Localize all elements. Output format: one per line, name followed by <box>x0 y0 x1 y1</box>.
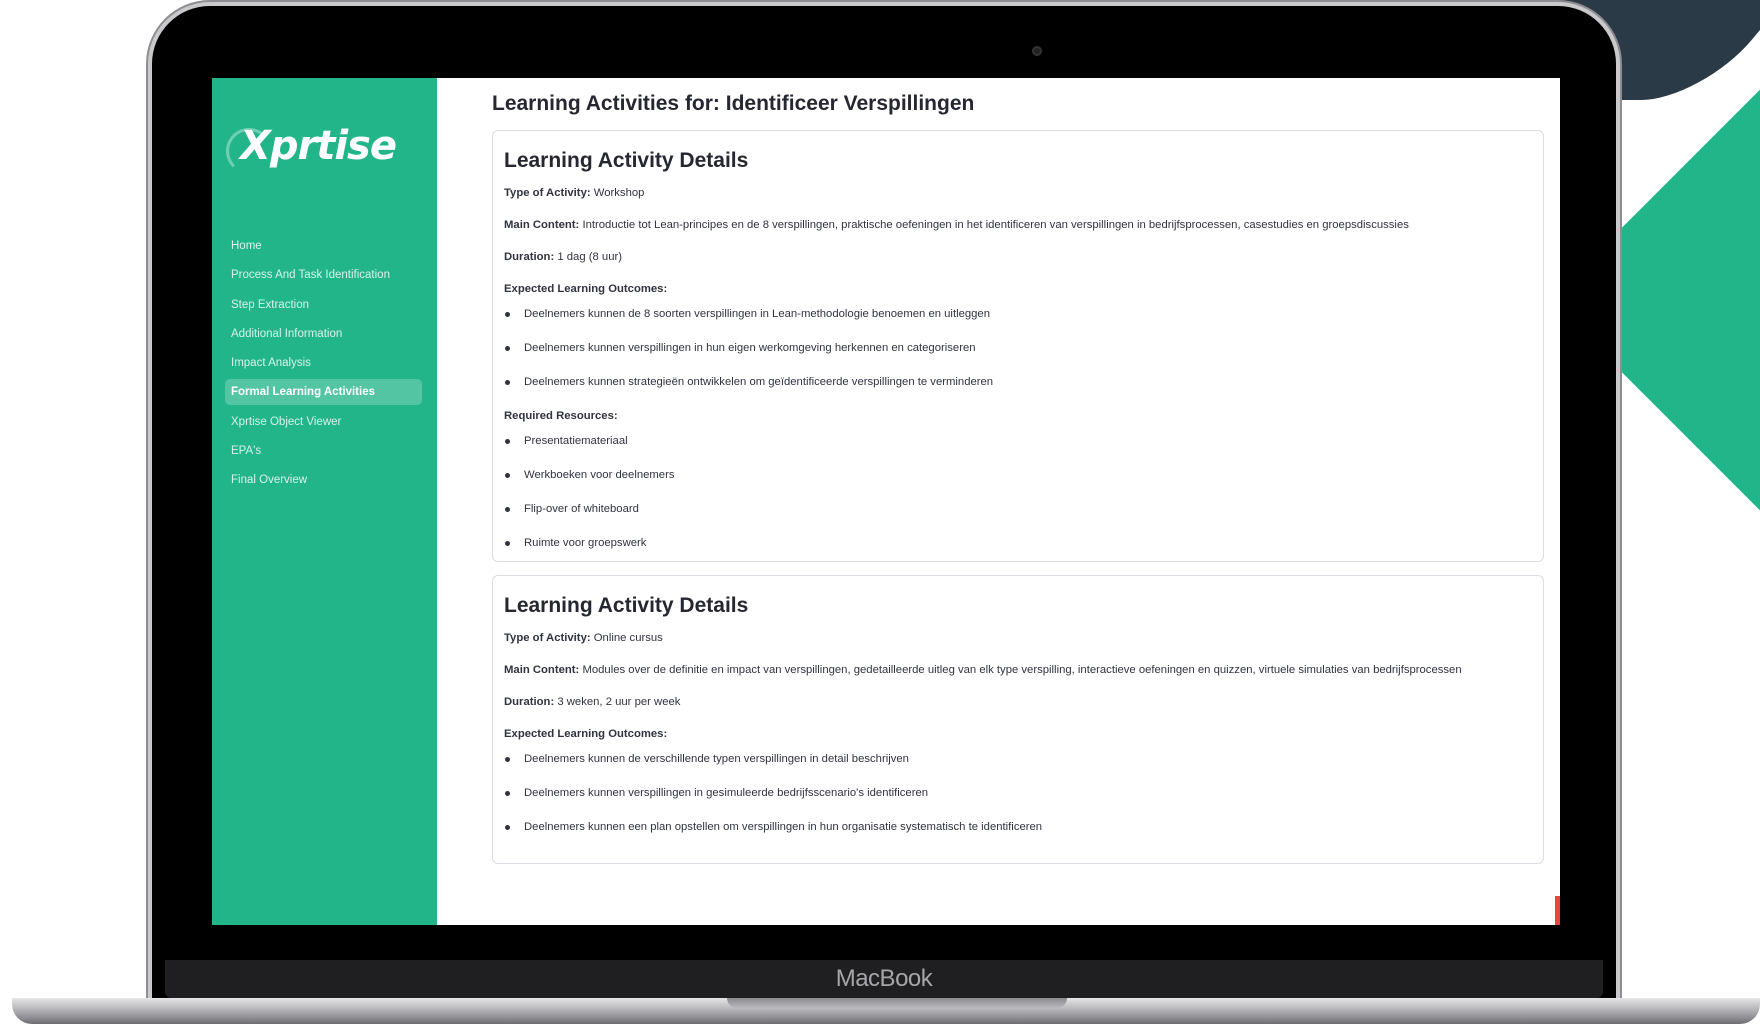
activity-card: Learning Activity Details Type of Activi… <box>492 575 1544 864</box>
scrollbar-thumb[interactable] <box>1555 896 1560 925</box>
sidebar-item-process-and-task-identification[interactable]: Process And Task Identification <box>225 262 422 288</box>
list-item: Deelnemers kunnen de 8 soorten verspilli… <box>504 308 1532 320</box>
sidebar-item-step-extraction[interactable]: Step Extraction <box>225 292 422 318</box>
outcomes-label: Expected Learning Outcomes: <box>504 728 668 740</box>
list-item: Deelnemers kunnen verspillingen in hun e… <box>504 342 1532 354</box>
activity-main-content: Main Content: Modules over de definitie … <box>504 664 1532 676</box>
outcomes-list: Deelnemers kunnen de 8 soorten verspilli… <box>504 308 1532 388</box>
sidebar-item-impact-analysis[interactable]: Impact Analysis <box>225 350 422 376</box>
field-value: Modules over de definitie en impact van … <box>582 664 1462 676</box>
sidebar-item-epas[interactable]: EPA's <box>225 438 422 464</box>
list-item: Werkboeken voor deelnemers <box>504 469 1532 481</box>
sidebar: Xprtise Home Process And Task Identifica… <box>212 78 437 925</box>
activity-duration: Duration: 3 weken, 2 uur per week <box>504 696 1532 708</box>
activity-main-content: Main Content: Introductie tot Lean-princ… <box>504 219 1532 231</box>
activity-type: Type of Activity: Online cursus <box>504 632 1532 644</box>
list-item: Flip-over of whiteboard <box>504 503 1532 515</box>
field-value: Workshop <box>593 187 645 199</box>
activity-duration: Duration: 1 dag (8 uur) <box>504 251 1532 263</box>
list-item: Deelnemers kunnen strategieën ontwikkele… <box>504 376 1532 388</box>
resources-list: Presentatiemateriaal Werkboeken voor dee… <box>504 435 1532 549</box>
list-item: Deelnemers kunnen een plan opstellen om … <box>504 821 1532 833</box>
field-value: 3 weken, 2 uur per week <box>557 696 681 708</box>
sidebar-item-additional-information[interactable]: Additional Information <box>225 321 422 347</box>
field-label: Type of Activity: <box>504 187 591 199</box>
sidebar-item-home[interactable]: Home <box>225 233 422 259</box>
field-label: Main Content: <box>504 664 580 676</box>
activity-card: Learning Activity Details Type of Activi… <box>492 130 1544 562</box>
field-label: Main Content: <box>504 219 580 231</box>
laptop-chin: MacBook <box>165 960 1603 998</box>
main-content[interactable]: Learning Activities for: Identificeer Ve… <box>437 78 1560 925</box>
card-title: Learning Activity Details <box>504 594 749 617</box>
field-value: Introductie tot Lean-principes en de 8 v… <box>582 219 1409 231</box>
card-title: Learning Activity Details <box>504 149 749 172</box>
outcomes-label: Expected Learning Outcomes: <box>504 283 668 295</box>
page-title: Learning Activities for: Identificeer Ve… <box>492 92 975 115</box>
laptop-base <box>12 998 1760 1024</box>
list-item: Deelnemers kunnen de verschillende typen… <box>504 753 1532 765</box>
field-label: Duration: <box>504 696 555 708</box>
list-item: Ruimte voor groepswerk <box>504 537 1532 549</box>
outcomes-list: Deelnemers kunnen de verschillende typen… <box>504 753 1532 833</box>
sidebar-item-final-overview[interactable]: Final Overview <box>225 467 422 493</box>
activity-type: Type of Activity: Workshop <box>504 187 1532 199</box>
list-item: Presentatiemateriaal <box>504 435 1532 447</box>
list-item: Deelnemers kunnen verspillingen in gesim… <box>504 787 1532 799</box>
resources-label: Required Resources: <box>504 410 618 422</box>
laptop-notch <box>727 998 1067 1008</box>
field-label: Type of Activity: <box>504 632 591 644</box>
field-label: Duration: <box>504 251 555 263</box>
app-logo[interactable]: Xprtise <box>240 123 397 169</box>
sidebar-nav: Home Process And Task Identification Ste… <box>225 233 422 497</box>
sidebar-item-formal-learning-activities[interactable]: Formal Learning Activities <box>225 379 422 406</box>
device-label: MacBook <box>835 965 933 992</box>
camera-dot <box>1032 46 1042 56</box>
field-value: Online cursus <box>593 632 663 644</box>
app-screen: Xprtise Home Process And Task Identifica… <box>212 78 1560 925</box>
sidebar-item-xprtise-object-viewer[interactable]: Xprtise Object Viewer <box>225 409 422 435</box>
field-value: 1 dag (8 uur) <box>557 251 623 263</box>
